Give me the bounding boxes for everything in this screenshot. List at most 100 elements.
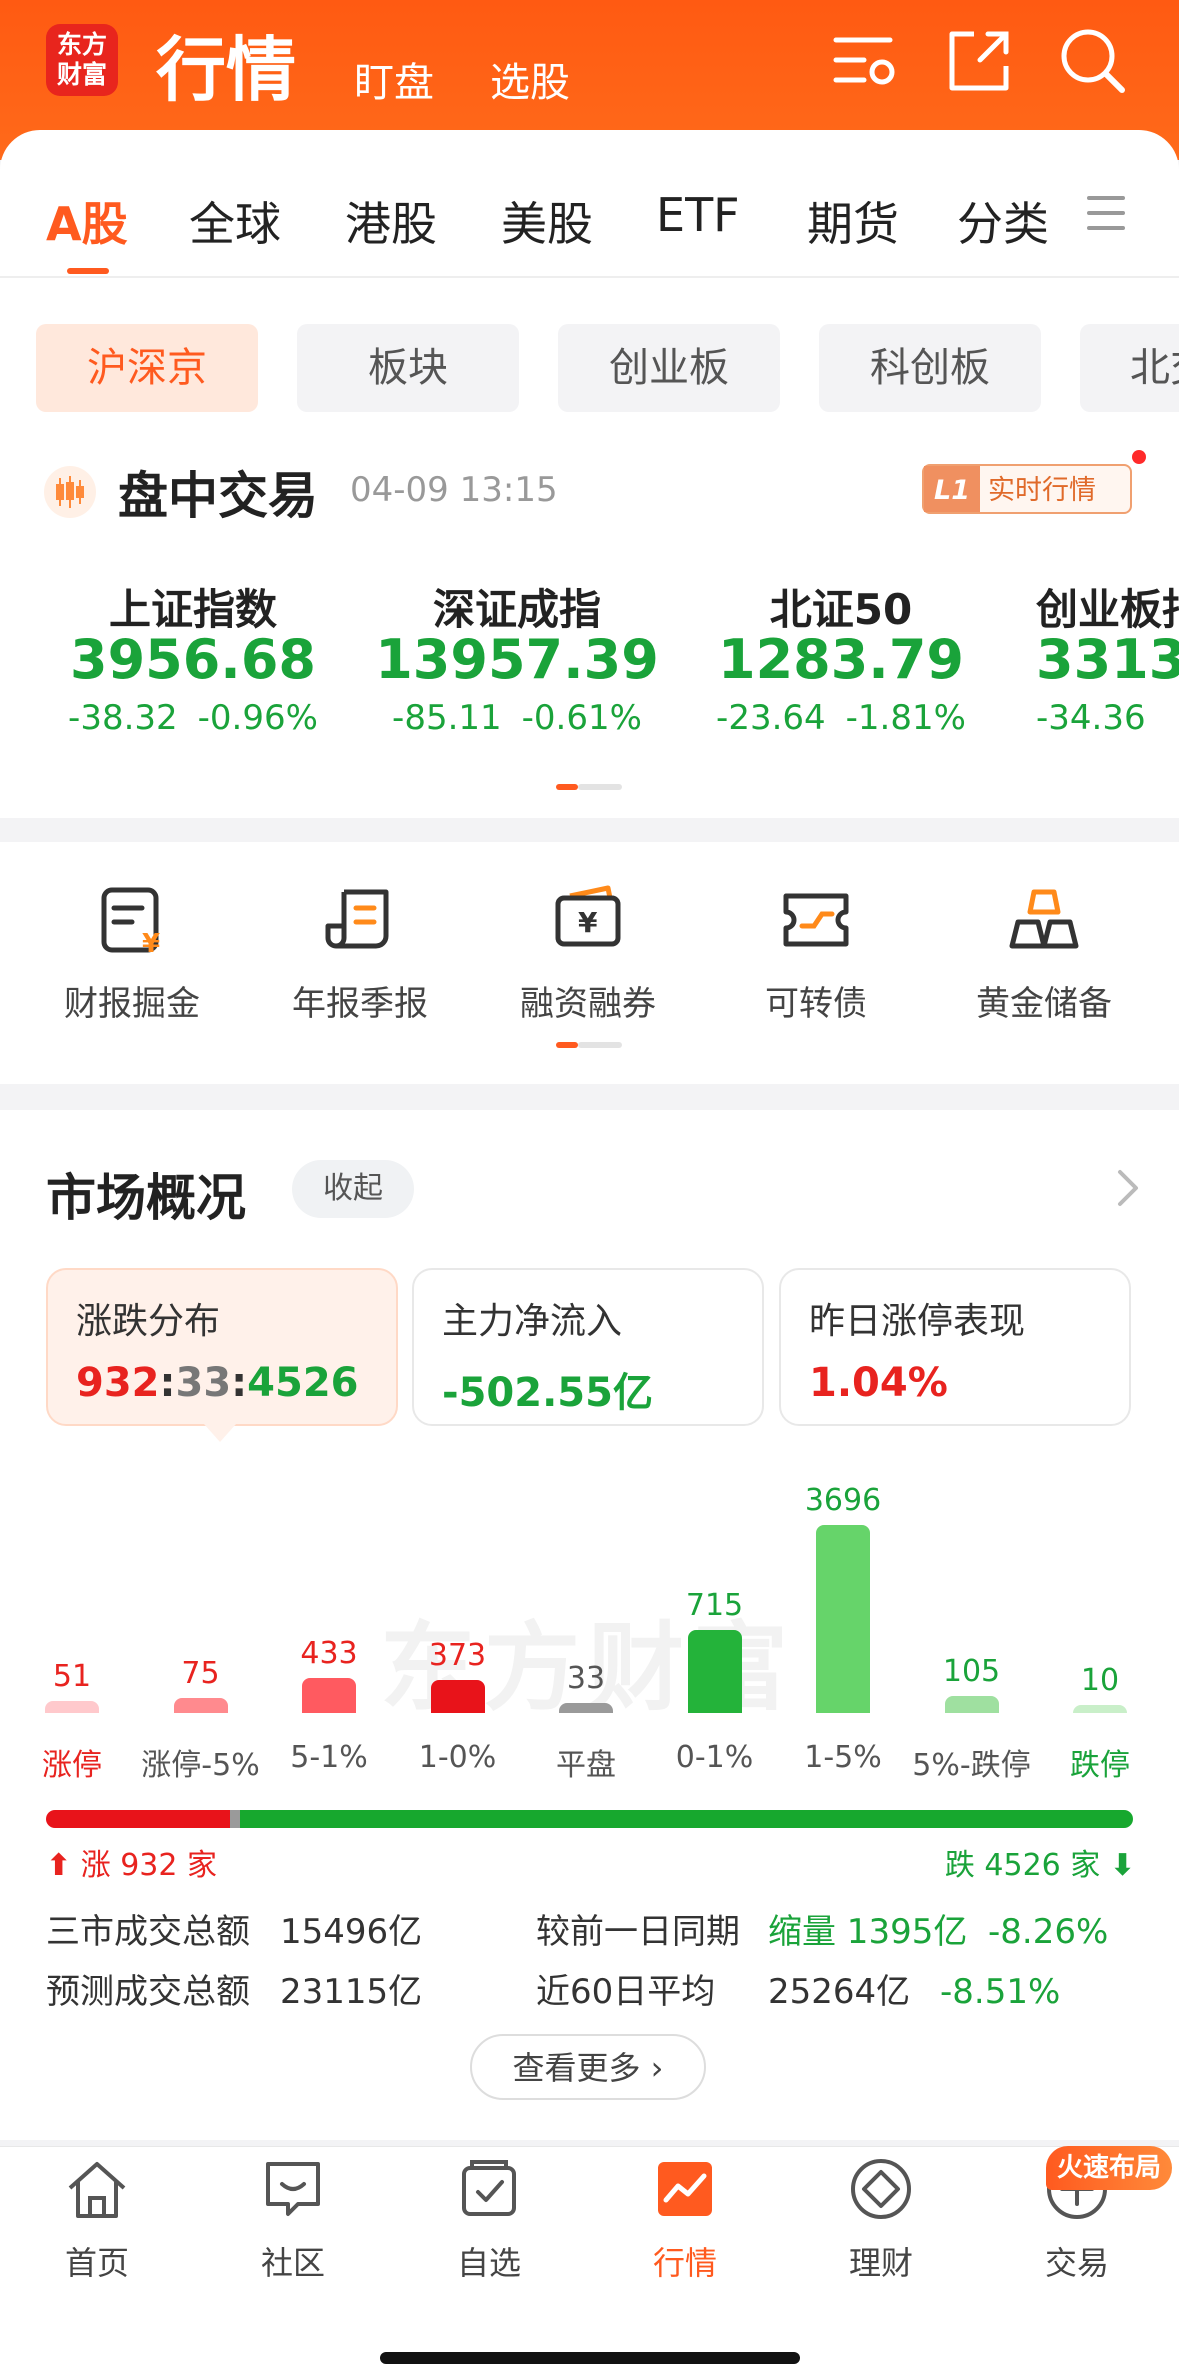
- active-tab-indicator: [67, 268, 109, 274]
- nav-community[interactable]: 社区: [218, 2154, 368, 2284]
- tab-us-stocks[interactable]: 美股: [501, 188, 593, 254]
- subtab-bse[interactable]: 北交: [1080, 324, 1179, 412]
- tool-label: 财报掘金: [64, 984, 200, 1024]
- card-pointer: [204, 1424, 236, 1442]
- nav-home[interactable]: 首页: [22, 2154, 172, 2284]
- search-icon[interactable]: [1058, 26, 1128, 96]
- index-value: 3956.68: [70, 628, 316, 691]
- subtab-sectors[interactable]: 板块: [297, 324, 519, 412]
- turnover-row-2: 预测成交总额 23115亿 近60日平均 25264亿 -8.51%: [46, 1964, 1060, 2013]
- chart-bar-count: 3696: [804, 1483, 882, 1518]
- nav-label: 理财: [848, 2244, 913, 2282]
- settings-list-icon[interactable]: [830, 26, 900, 96]
- compare-value: 缩量 1395亿: [768, 1912, 968, 1952]
- chart-bar: [45, 1701, 99, 1713]
- chart-category-label: 1-5%: [804, 1740, 882, 1775]
- tools-pager-active: [556, 1042, 578, 1048]
- menu-icon[interactable]: [1087, 196, 1125, 232]
- index-change: -38.32: [68, 698, 178, 738]
- index-szse[interactable]: 深证成指 13957.39 -85.11 -0.61%: [352, 576, 682, 738]
- share-icon[interactable]: [944, 26, 1014, 96]
- subtab-hushenjing[interactable]: 沪深京: [36, 324, 258, 412]
- card-limit-up-performance[interactable]: 昨日涨停表现 1.04%: [779, 1268, 1131, 1426]
- chart-category-label: 5-1%: [290, 1740, 368, 1775]
- nav-wealth[interactable]: 理财: [806, 2154, 956, 2284]
- index-change: -23.64: [716, 698, 826, 738]
- realtime-quote-badge[interactable]: L1 实时行情: [922, 464, 1132, 514]
- card-main-net-inflow[interactable]: 主力净流入 -502.55亿: [412, 1268, 764, 1426]
- chart-bar-count: 715: [685, 1588, 744, 1623]
- index-name: 上证指数: [108, 585, 277, 634]
- card-value: 1.04%: [809, 1360, 948, 1406]
- promo-badge[interactable]: 火速布局: [1046, 2146, 1172, 2190]
- nav-link-stock-picker[interactable]: 选股: [490, 50, 570, 108]
- tool-margin-trading[interactable]: ¥ 融资融券: [474, 882, 702, 1025]
- avg60-label: 近60日平均: [536, 1972, 716, 2012]
- tool-annual-report[interactable]: 年报季报: [246, 882, 474, 1025]
- candlestick-icon: [44, 466, 96, 518]
- overview-title: 市场概况: [46, 1169, 246, 1227]
- chart-category-label: 5%-跌停: [912, 1748, 1031, 1783]
- index-change: -85.11: [392, 698, 502, 738]
- card-label: 主力净流入: [442, 1301, 623, 1342]
- market-tabs: A股 全球 港股 美股 ETF 期货 分类: [0, 130, 1179, 278]
- advance-segment: [46, 1810, 230, 1828]
- chart-category-label: 0-1%: [675, 1740, 754, 1775]
- total-turnover-label: 三市成交总额: [46, 1912, 250, 1952]
- svg-text:¥: ¥: [578, 906, 598, 939]
- home-icon: [68, 2162, 126, 2218]
- l1-label: L1: [924, 466, 980, 512]
- ratio-separator: :: [231, 1360, 248, 1406]
- view-more-button[interactable]: 查看更多 ›: [470, 2034, 706, 2100]
- tool-label: 融资融券: [520, 984, 656, 1024]
- chart-bar: [559, 1703, 613, 1713]
- index-change: -34.36: [1036, 698, 1146, 738]
- forecast-turnover-value: 23115亿: [280, 1972, 423, 2012]
- home-indicator: [380, 2352, 800, 2364]
- tab-global[interactable]: 全球: [189, 188, 281, 254]
- compare-pct: -8.26%: [988, 1912, 1109, 1952]
- nav-market[interactable]: 行情: [610, 2154, 760, 2284]
- chart-bar-count: 373: [428, 1638, 487, 1673]
- chevron-right-icon[interactable]: [1116, 1168, 1140, 1208]
- chart-bar: [816, 1525, 870, 1713]
- chart-category-label: 涨停: [42, 1748, 102, 1783]
- collapse-button[interactable]: 收起: [292, 1160, 414, 1218]
- chart-bar: [944, 1696, 999, 1713]
- nav-label: 交易: [1044, 2244, 1109, 2282]
- index-name: 创业板指: [1036, 585, 1179, 634]
- index-value: 13957.39: [375, 628, 659, 691]
- tab-a-shares[interactable]: A股: [46, 188, 128, 254]
- page-title: 行情: [156, 29, 296, 111]
- index-bse50[interactable]: 北证50 1283.79 -23.64 -1.81%: [676, 576, 1006, 738]
- flat-segment: [230, 1810, 240, 1828]
- subtab-star-market[interactable]: 科创板: [819, 324, 1041, 412]
- index-sse[interactable]: 上证指数 3956.68 -38.32 -0.96%: [28, 576, 358, 738]
- turnover-row-1: 三市成交总额 15496亿 较前一日同期 缩量 1395亿 -8.26%: [46, 1904, 1108, 1953]
- chart-bar: [302, 1678, 356, 1713]
- tool-report-gold[interactable]: ¥ 财报掘金: [18, 882, 246, 1025]
- advance-note: ⬆ 涨 932 家: [46, 1848, 218, 1883]
- gold-reserve-icon: [1009, 889, 1079, 949]
- tab-hk-stocks[interactable]: 港股: [345, 188, 437, 254]
- index-change-pct: -0.61%: [521, 698, 642, 738]
- index-value: 3313: [1036, 628, 1179, 691]
- tool-gold-reserve[interactable]: 黄金储备: [930, 882, 1158, 1025]
- avg60-pct: -8.51%: [940, 1972, 1061, 2012]
- tab-futures[interactable]: 期货: [807, 188, 899, 254]
- nav-watchlist[interactable]: 自选: [414, 2154, 564, 2284]
- tool-convertible-bond[interactable]: 可转债: [702, 882, 930, 1025]
- tool-label: 年报季报: [292, 984, 428, 1024]
- index-value: 1283.79: [718, 628, 964, 691]
- realtime-quote-label: 实时行情: [988, 475, 1096, 506]
- chart-category-label: 平盘: [556, 1748, 616, 1783]
- market-icon: [658, 2162, 712, 2216]
- index-change-pct: -1.81%: [845, 698, 966, 738]
- nav-link-watch[interactable]: 盯盘: [354, 50, 434, 108]
- index-chinext[interactable]: 创业板指 3313 -34.36: [1000, 576, 1179, 738]
- subtab-chinext[interactable]: 创业板: [558, 324, 780, 412]
- tab-etf[interactable]: ETF: [656, 188, 740, 242]
- nav-label: 行情: [652, 2244, 717, 2282]
- card-advance-decline[interactable]: 涨跌分布 932:33:4526: [46, 1268, 398, 1426]
- tab-categories[interactable]: 分类: [957, 188, 1049, 254]
